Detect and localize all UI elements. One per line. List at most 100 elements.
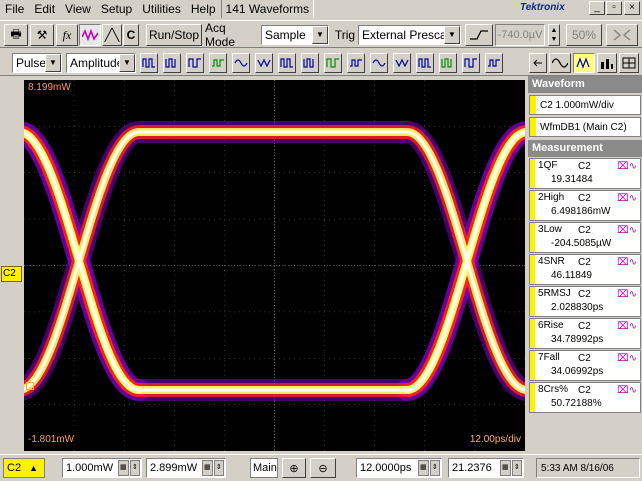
measurement-channel: C2 [578, 257, 591, 268]
menu-view[interactable]: View [60, 0, 96, 18]
measurement-channel: C2 [578, 289, 591, 300]
vertical-offset-spinner[interactable]: ▦ ⇕ [202, 460, 224, 476]
tools-icon: ⚒ [36, 28, 48, 42]
minimize-button[interactable]: _ [589, 1, 605, 15]
zoom-percent-button[interactable]: 50% [566, 24, 602, 46]
table-view-button[interactable] [619, 53, 639, 73]
trig-label: Trig [334, 28, 356, 42]
measurement-row[interactable]: 5RMSJ C2 ⌧∿ 2.028830ps [529, 286, 641, 317]
math-button[interactable]: fx [56, 24, 78, 46]
waveform-row[interactable]: C2 1.000mW/div [529, 95, 641, 115]
top-icon [212, 59, 224, 67]
measurement-row[interactable]: 7Fall C2 ⌧∿ 34.06992ps [529, 350, 641, 381]
cycle-mean-icon [350, 59, 362, 67]
menu-utilities[interactable]: Utilities [137, 0, 186, 18]
measurement-channel: C2 [578, 225, 591, 236]
trigger-source-select[interactable]: External Prescaler ▼ [358, 25, 461, 45]
vertical-scale-spinner[interactable]: ▦ ⇕ [118, 460, 140, 476]
meas-category-value: Pulse [16, 56, 47, 70]
bar-view-button[interactable] [597, 53, 617, 73]
waveform-tool-button[interactable] [529, 53, 547, 73]
ref-marker-icon[interactable] [26, 382, 34, 390]
control-panel: Waveform C2 1.000mW/div WfmDB1 (Main C2)… [528, 76, 642, 454]
meas-type-select[interactable]: Amplitude ▼ [66, 53, 136, 73]
menu-help[interactable]: Help [186, 0, 221, 18]
acq-mode-select[interactable]: Sample ▼ [261, 25, 329, 45]
measure-cycle-rms-button[interactable] [393, 53, 411, 73]
measure-low-button[interactable] [163, 53, 181, 73]
measurement-value: 50.72188% [551, 398, 602, 409]
measure-overshoot-neg-button[interactable] [439, 53, 457, 73]
restore-button[interactable]: ▫ [606, 1, 622, 15]
measurement-row[interactable]: 1QF C2 ⌧∿ 19.31484 [529, 158, 641, 189]
overshoot-neg-icon [441, 58, 452, 68]
waveform-display[interactable]: 8.199mW -1.801mW 12.00ps/div [24, 80, 525, 451]
measure-high-button[interactable] [140, 53, 158, 73]
measurement-row[interactable]: 4SNR C2 ⌧∿ 46.11849 [529, 254, 641, 285]
waveform-row-label: WfmDB1 (Main C2) [540, 121, 627, 133]
channel-label: C2 [7, 462, 22, 474]
measurement-row[interactable]: 2High C2 ⌧∿ 6.498186mW [529, 190, 641, 221]
horizontal-position-field[interactable]: 21.2376 ▦ ⇕ [448, 458, 524, 478]
zoom-in-icon: ⊕ [289, 462, 299, 475]
channel-selector[interactable]: C2 ▲ [3, 458, 45, 478]
zoom-in-button[interactable]: ⊕ [282, 458, 306, 478]
tools-button[interactable]: ⚒ [30, 24, 54, 46]
horizontal-scale-spinner[interactable]: ▦ ⇕ [418, 460, 440, 476]
measure-base-button[interactable] [232, 53, 250, 73]
measurement-channel: C2 [578, 321, 591, 332]
measurement-name: QF [543, 160, 558, 171]
horizontal-scale-field[interactable]: 12.0000ps ▦ ⇕ [356, 458, 442, 478]
down-icon: ▼ [550, 36, 558, 43]
trigger-slope-button[interactable] [465, 24, 493, 46]
clock-display: 5:33 AM 8/16/06 [536, 458, 640, 478]
statistics-icon: ⌧∿ [617, 321, 637, 332]
waveform-display-button[interactable] [79, 24, 101, 46]
measurement-name: Crs% [543, 384, 569, 395]
arrows-icon: ⇕ [429, 460, 440, 476]
close-button[interactable]: × [624, 1, 640, 15]
meas-view-button[interactable] [573, 53, 595, 73]
measure-max-button[interactable] [255, 53, 273, 73]
run-stop-button[interactable]: Run/Stop [146, 24, 202, 46]
cursor-button[interactable]: ╱╲ [102, 24, 122, 46]
measure-min-button[interactable] [278, 53, 296, 73]
measure-crossing-button[interactable] [462, 53, 480, 73]
menu-file[interactable]: File [0, 0, 29, 18]
menu-setup[interactable]: Setup [96, 0, 137, 18]
arrows-icon: ⇕ [213, 460, 224, 476]
vertical-offset-field[interactable]: 2.899mW ▦ ⇕ [146, 458, 226, 478]
statistics-icon: ⌧∿ [617, 289, 637, 300]
measure-overshoot-pos-button[interactable] [416, 53, 434, 73]
measure-pk-pk-button[interactable] [301, 53, 319, 73]
timebase-label: 12.00ps/div [469, 434, 521, 445]
timebase-main-label[interactable]: Main [250, 458, 278, 478]
eye-diagram [24, 80, 525, 451]
print-button[interactable]: 🖶 [4, 24, 28, 46]
up-icon: ▲ [29, 463, 38, 473]
measurement-row[interactable]: 6Rise C2 ⌧∿ 34.78992ps [529, 318, 641, 349]
amplitude-icon [188, 58, 201, 68]
menu-edit[interactable]: Edit [29, 0, 60, 18]
measure-area-button[interactable] [485, 53, 503, 73]
measurement-row[interactable]: 8Crs% C2 ⌧∿ 50.72188% [529, 382, 641, 413]
horizontal-position-spinner[interactable]: ▦ ⇕ [500, 460, 522, 476]
waveform-row[interactable]: WfmDB1 (Main C2) [529, 117, 641, 137]
measurement-row[interactable]: 3Low C2 ⌧∿ -204.5085µW [529, 222, 641, 253]
wave-view-button[interactable] [549, 53, 571, 73]
trigger-level-spinner[interactable]: ▲ ▼ [548, 24, 560, 46]
channel-marker[interactable]: C2 [1, 266, 22, 282]
measure-rms-button[interactable] [370, 53, 388, 73]
zoom-out-button[interactable]: ⊖ [310, 458, 336, 478]
fit-button[interactable] [606, 24, 638, 46]
trigger-level-field[interactable]: -740.0µV [495, 24, 545, 46]
vertical-scale-field[interactable]: 1.000mW ▦ ⇕ [62, 458, 142, 478]
c-button[interactable]: C [123, 24, 139, 46]
measure-amplitude-button[interactable] [186, 53, 204, 73]
measure-mean-button[interactable] [324, 53, 342, 73]
measure-top-button[interactable] [209, 53, 227, 73]
measure-cycle-mean-button[interactable] [347, 53, 365, 73]
meas-category-select[interactable]: Pulse ▼ [12, 53, 62, 73]
measurement-value: 34.78992ps [551, 334, 604, 345]
statistics-icon: ⌧∿ [617, 385, 637, 396]
